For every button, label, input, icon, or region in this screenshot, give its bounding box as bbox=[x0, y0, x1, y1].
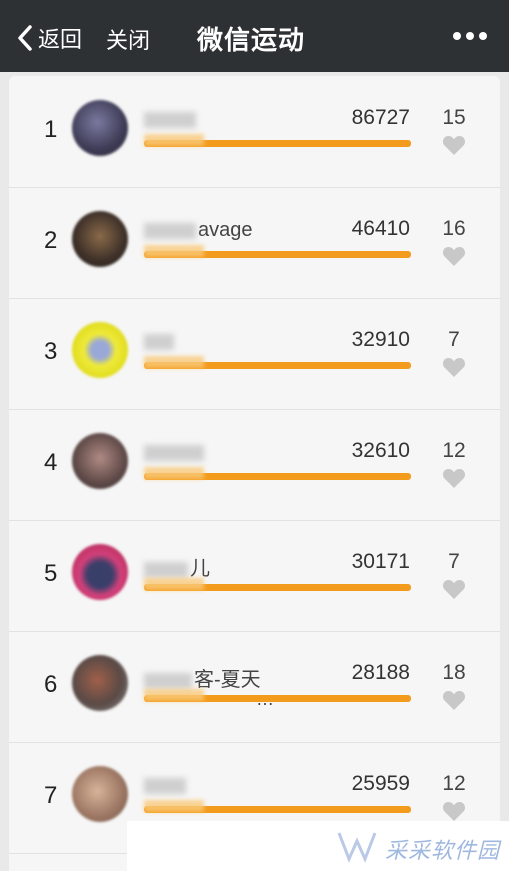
avatar[interactable] bbox=[72, 433, 128, 489]
step-count: 86727 bbox=[351, 106, 410, 129]
avatar[interactable] bbox=[72, 544, 128, 600]
ranking-row[interactable]: 6 客-夏天 … 28188 18 bbox=[9, 631, 500, 743]
back-label: 返回 bbox=[38, 27, 83, 52]
ranking-row[interactable]: 2 avage 46410 16 bbox=[9, 187, 500, 299]
rank-number: 2 bbox=[44, 227, 58, 254]
more-options-button[interactable] bbox=[453, 26, 487, 46]
like-count: 7 bbox=[448, 550, 460, 573]
watermark-logo-icon bbox=[337, 832, 377, 863]
step-progress-bar bbox=[144, 356, 411, 369]
step-progress-bar bbox=[144, 578, 411, 591]
watermark: 采采软件园 bbox=[127, 821, 509, 871]
user-name bbox=[144, 774, 188, 797]
avatar[interactable] bbox=[72, 211, 128, 267]
like-count: 15 bbox=[442, 106, 466, 129]
ranking-list: 1 86727 15 2 avage 46410 16 3 32910 7 4 … bbox=[9, 76, 500, 871]
step-count: 32610 bbox=[351, 439, 410, 462]
navigation-bar: 返回 关闭 微信运动 bbox=[0, 0, 509, 72]
back-button[interactable]: 返回 bbox=[16, 22, 82, 54]
ranking-row[interactable]: 3 32910 7 bbox=[9, 298, 500, 410]
avatar[interactable] bbox=[72, 655, 128, 711]
heart-icon[interactable] bbox=[442, 578, 466, 600]
rank-number: 5 bbox=[44, 560, 58, 587]
heart-icon[interactable] bbox=[442, 134, 466, 156]
ranking-row[interactable]: 1 86727 15 bbox=[9, 76, 500, 188]
rank-number: 3 bbox=[44, 338, 58, 365]
ranking-row[interactable]: 4 32610 12 bbox=[9, 409, 500, 521]
avatar[interactable] bbox=[72, 766, 128, 822]
close-button[interactable]: 关闭 bbox=[106, 23, 150, 55]
page-title: 微信运动 bbox=[197, 25, 306, 55]
user-name bbox=[144, 108, 198, 131]
avatar[interactable] bbox=[72, 322, 128, 378]
step-count: 25959 bbox=[351, 772, 410, 795]
heart-icon[interactable] bbox=[442, 467, 466, 489]
step-count: 46410 bbox=[351, 217, 410, 240]
rank-number: 1 bbox=[44, 116, 58, 143]
step-count: 28188 bbox=[351, 661, 410, 684]
more-dot-icon bbox=[466, 32, 474, 40]
avatar[interactable] bbox=[72, 100, 128, 156]
user-name bbox=[144, 330, 176, 353]
step-progress-bar bbox=[144, 134, 411, 147]
like-count: 16 bbox=[442, 217, 466, 240]
heart-icon[interactable] bbox=[442, 689, 466, 711]
step-progress-bar bbox=[144, 245, 411, 258]
rank-number: 4 bbox=[44, 449, 58, 476]
user-name bbox=[144, 441, 206, 464]
rank-number: 6 bbox=[44, 671, 58, 698]
user-name: avage bbox=[144, 219, 253, 242]
rank-number: 7 bbox=[44, 782, 58, 809]
heart-icon[interactable] bbox=[442, 356, 466, 378]
like-count: 12 bbox=[442, 439, 466, 462]
step-progress-bar bbox=[144, 800, 411, 813]
user-name: 客-夏天 … bbox=[144, 663, 274, 709]
ranking-row[interactable]: 5 儿 30171 7 bbox=[9, 520, 500, 632]
step-count: 32910 bbox=[351, 328, 410, 351]
user-name: 儿 bbox=[144, 552, 210, 581]
step-progress-bar bbox=[144, 467, 411, 480]
more-dot-icon bbox=[453, 32, 461, 40]
like-count: 12 bbox=[442, 772, 466, 795]
step-progress-bar bbox=[144, 689, 411, 702]
heart-icon[interactable] bbox=[442, 245, 466, 267]
more-dot-icon bbox=[479, 32, 487, 40]
step-count: 30171 bbox=[351, 550, 410, 573]
chevron-left-icon bbox=[18, 25, 32, 51]
like-count: 7 bbox=[448, 328, 460, 351]
watermark-text: 采采软件园 bbox=[385, 838, 501, 863]
like-count: 18 bbox=[442, 661, 466, 684]
heart-icon[interactable] bbox=[442, 800, 466, 822]
